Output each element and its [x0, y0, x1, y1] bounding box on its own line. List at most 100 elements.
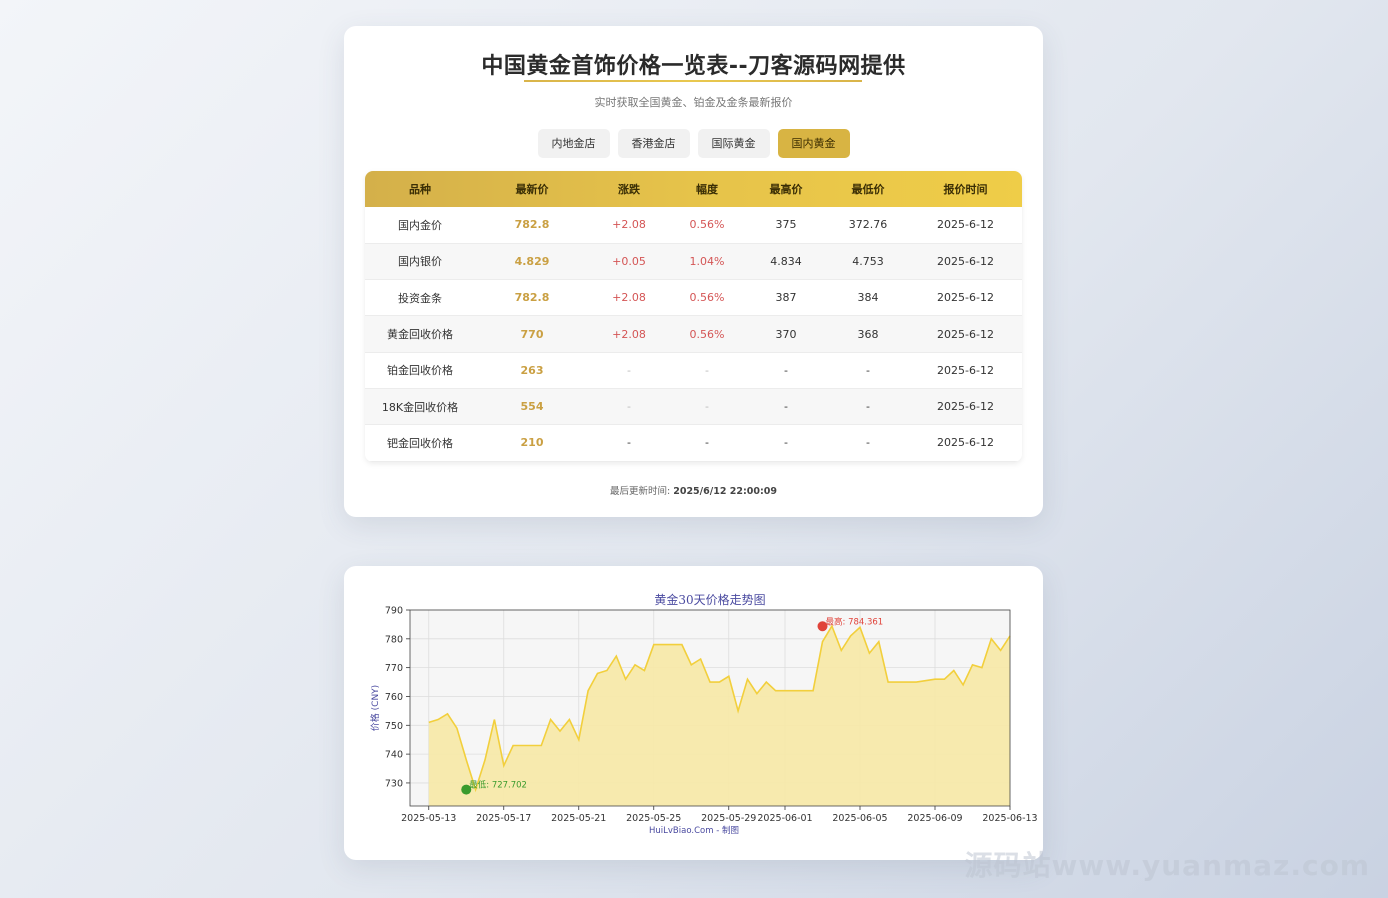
cell-high: -: [745, 424, 827, 462]
page-title: 中国黄金首饰价格一览表--刀客源码网提供: [481, 54, 906, 79]
cell-variety: 黄金回收价格: [365, 315, 475, 353]
tab-international-gold[interactable]: 国际黄金: [697, 129, 770, 158]
y-tick-label: 770: [385, 663, 403, 674]
price-trend-chart: 730 740 750 760 770 780 790 2025-05-13 2025-05-1…: [369, 592, 1038, 836]
cell-variety: 国内银价: [365, 243, 475, 281]
cell-variety: 国内金价: [365, 207, 475, 244]
cell-quote-time: 2025-6-12: [909, 315, 1022, 353]
x-tick-label: 2025-05-17: [476, 813, 531, 824]
y-tick-label: 780: [385, 634, 403, 645]
cell-latest-price: 4.829: [475, 243, 589, 281]
page-subtitle: 实时获取全国黄金、铂金及金条最新报价: [594, 96, 793, 109]
min-annotation-label: 最低: 727.702: [469, 780, 527, 791]
cell-latest-price: 263: [475, 352, 589, 389]
table-header-row: 品种 最新价 涨跌 幅度 最高价 最低价 报价时间: [365, 171, 1022, 207]
cell-percent: 0.56%: [669, 279, 745, 317]
tab-mainland-stores[interactable]: 内地金店: [537, 129, 610, 158]
tab-bar: 内地金店 香港金店 国际黄金 国内黄金: [344, 129, 1043, 158]
cell-quote-time: 2025-6-12: [909, 352, 1022, 389]
y-tick-label: 730: [385, 778, 403, 789]
x-tick-label: 2025-06-09: [907, 813, 962, 824]
cell-latest-price: 210: [475, 424, 589, 462]
cell-high: 370: [745, 315, 827, 353]
x-tick-label: 2025-06-01: [757, 813, 812, 824]
last-updated-label: 最后更新时间:: [609, 486, 671, 497]
cell-low: -: [827, 388, 909, 426]
cell-latest-price: 770: [475, 315, 589, 353]
y-tick-label: 760: [385, 692, 403, 703]
table-row: 18K金回收价格 554 - - - - 2025-6-12: [365, 388, 1022, 426]
cell-variety: 铂金回收价格: [365, 352, 475, 389]
table-row: 投资金条 782.8 +2.08 0.56% 387 384 2025-6-12: [365, 279, 1022, 317]
cell-change: +2.08: [589, 315, 669, 353]
cell-percent: 0.56%: [669, 207, 745, 244]
column-header-latest-price: 最新价: [515, 183, 549, 196]
cell-percent: 0.56%: [669, 315, 745, 353]
column-header-quote-time: 报价时间: [943, 183, 988, 196]
cell-low: -: [827, 352, 909, 389]
last-updated: 最后更新时间: 2025/6/12 22:00:09: [344, 483, 1043, 497]
x-tick-label: 2025-06-05: [832, 813, 887, 824]
max-annotation-label: 最高: 784.361: [826, 616, 884, 627]
cell-quote-time: 2025-6-12: [909, 279, 1022, 317]
tab-domestic-gold[interactable]: 国内黄金: [777, 129, 850, 158]
price-table: 品种 最新价 涨跌 幅度 最高价 最低价 报价时间 国内金价 782.8 +2.…: [365, 171, 1022, 462]
cell-variety: 18K金回收价格: [365, 388, 475, 426]
cell-percent: -: [669, 352, 745, 389]
cell-latest-price: 554: [475, 388, 589, 426]
cell-change: +2.08: [589, 207, 669, 244]
cell-high: 375: [745, 207, 827, 244]
table-row: 黄金回收价格 770 +2.08 0.56% 370 368 2025-6-12: [365, 315, 1022, 353]
cell-percent: -: [669, 388, 745, 426]
cell-quote-time: 2025-6-12: [909, 388, 1022, 426]
chart-footer-credit: HuiLvBiao.Com - 制图: [649, 825, 739, 836]
cell-variety: 钯金回收价格: [365, 424, 475, 462]
column-header-high: 最高价: [769, 183, 803, 196]
x-tick-label: 2025-06-13: [982, 813, 1037, 824]
x-tick-label: 2025-05-21: [551, 813, 606, 824]
cell-variety: 投资金条: [365, 279, 475, 317]
cell-quote-time: 2025-6-12: [909, 424, 1022, 462]
cell-change: -: [589, 424, 669, 462]
cell-change: -: [589, 352, 669, 389]
cell-percent: 1.04%: [669, 243, 745, 281]
x-tick-label: 2025-05-13: [401, 813, 456, 824]
cell-change: +0.05: [589, 243, 669, 281]
cell-latest-price: 782.8: [475, 207, 589, 244]
cell-change: +2.08: [589, 279, 669, 317]
cell-high: -: [745, 388, 827, 426]
y-axis-label: 价格 (CNY): [369, 685, 381, 731]
x-tick-label: 2025-05-29: [701, 813, 756, 824]
column-header-low: 最低价: [851, 183, 885, 196]
cell-high: 387: [745, 279, 827, 317]
table-row: 铂金回收价格 263 - - - - 2025-6-12: [365, 352, 1022, 389]
tab-hongkong-stores[interactable]: 香港金店: [617, 129, 690, 158]
cell-percent: -: [669, 424, 745, 462]
cell-high: -: [745, 352, 827, 389]
column-header-percent: 幅度: [696, 183, 718, 196]
table-row: 国内金价 782.8 +2.08 0.56% 375 372.76 2025-6…: [365, 207, 1022, 244]
cell-quote-time: 2025-6-12: [909, 207, 1022, 244]
chart-title: 黄金30天价格走势图: [654, 592, 765, 607]
cell-high: 4.834: [745, 243, 827, 281]
cell-low: 368: [827, 315, 909, 353]
x-tick-label: 2025-05-25: [626, 813, 681, 824]
chart-card: 730 740 750 760 770 780 790 2025-05-13 2025-05-1…: [344, 566, 1043, 860]
y-tick-label: 740: [385, 750, 403, 761]
cell-low: 4.753: [827, 243, 909, 281]
column-header-change: 涨跌: [618, 183, 640, 196]
cell-change: -: [589, 388, 669, 426]
price-table-wrapper: 品种 最新价 涨跌 幅度 最高价 最低价 报价时间 国内金价 782.8 +2.…: [365, 171, 1022, 462]
title-underline: [524, 80, 862, 82]
cell-quote-time: 2025-6-12: [909, 243, 1022, 281]
y-tick-label: 790: [385, 606, 403, 617]
cell-low: 372.76: [827, 207, 909, 244]
price-table-card: 中国黄金首饰价格一览表--刀客源码网提供 实时获取全国黄金、铂金及金条最新报价 …: [344, 26, 1043, 517]
cell-latest-price: 782.8: [475, 279, 589, 317]
table-row: 国内银价 4.829 +0.05 1.04% 4.834 4.753 2025-…: [365, 243, 1022, 281]
y-tick-label: 750: [385, 721, 403, 732]
table-row: 钯金回收价格 210 - - - - 2025-6-12: [365, 424, 1022, 462]
column-header-variety: 品种: [409, 183, 431, 196]
cell-low: 384: [827, 279, 909, 317]
watermark-text: 源码站www.yuanmaz.com: [964, 849, 1370, 882]
